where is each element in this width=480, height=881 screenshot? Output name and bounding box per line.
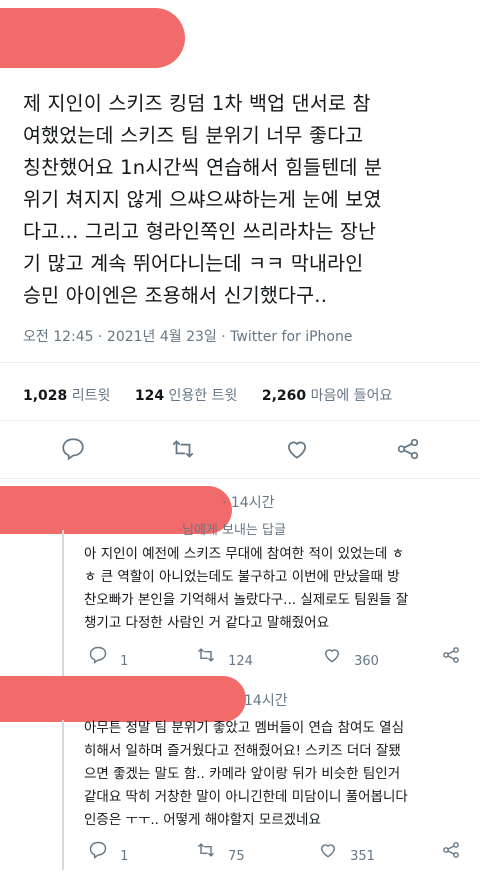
tweet-text: 제 지인이 스키즈 킹덤 1차 백업 댄서로 참 여했었는데 스키즈 팀 분위기… <box>23 88 463 312</box>
quote-label: 인용한 트윗 <box>168 388 238 404</box>
reply-share-button[interactable] <box>441 645 461 665</box>
reply-line: 으면 좋겠는 말도 함.. 카메라 앞이랑 뒤가 비슷한 팀인거 <box>84 766 401 782</box>
reply-line: 인증은 ㅜㅜ.. 어떻게 해야할지 모르겠네요 <box>84 812 321 828</box>
reply-tweet[interactable]: · 14시간 님에게 보내는 답글 아 지인이 예전에 스키즈 무대에 참여한 … <box>0 480 480 670</box>
divider <box>0 362 480 363</box>
thread-line <box>62 720 64 870</box>
reply-reply-button[interactable]: 1 <box>88 840 128 864</box>
reply-icon <box>62 438 84 461</box>
retweet-stat[interactable]: 1,028 리트윗 <box>23 388 110 404</box>
reply-retweet-button[interactable]: 124 <box>196 645 253 669</box>
heart-icon <box>325 649 339 663</box>
reply-line: 같대요 딱히 거창한 말이 아니긴한데 미담이니 풀어봅니다 <box>84 789 408 805</box>
tweet-stats: 1,028 리트윗 124 인용한 트윗 2,260 마음에 들어요 <box>23 385 412 405</box>
like-button[interactable] <box>284 436 314 466</box>
reply-like-count: 360 <box>354 654 379 669</box>
heart-icon <box>288 441 306 459</box>
redacted-username <box>0 8 185 68</box>
reply-like-count: 351 <box>350 849 375 864</box>
share-icon <box>443 647 459 663</box>
retweet-label: 리트윗 <box>71 388 111 404</box>
quote-count: 124 <box>134 388 165 404</box>
share-icon <box>443 842 459 858</box>
reply-line: 찬오빠가 본인을 기억해서 놀랐다구... 실제로도 팀원들 잘 <box>84 592 409 608</box>
quote-stat[interactable]: 124 인용한 트윗 <box>135 388 238 404</box>
reply-reply-count: 1 <box>120 654 129 669</box>
like-label: 마음에 들어요 <box>310 388 393 404</box>
retweet-icon <box>172 440 194 458</box>
like-stat[interactable]: 2,260 마음에 들어요 <box>262 388 392 404</box>
reply-body: 아무튼 정말 팀 분위기 좋았고 멤버들이 연습 참여도 열심 히해서 일하며 … <box>84 717 408 832</box>
tweet-actions <box>0 436 480 466</box>
reply-line: 히해서 일하며 즐거웠다고 전해줬어요! 스키즈 더더 잘됐 <box>84 743 401 759</box>
reply-icon <box>89 841 107 859</box>
retweet-button[interactable] <box>170 436 200 466</box>
thread-line <box>62 530 64 678</box>
tweet-timestamp[interactable]: 오전 12:45 · 2021년 4월 23일 · Twitter for iP… <box>23 326 352 346</box>
reply-retweet-count: 75 <box>228 849 245 864</box>
reply-share-button[interactable] <box>441 840 461 860</box>
reply-time: 14시간 <box>244 693 288 709</box>
reply-line: 아무튼 정말 팀 분위기 좋았고 멤버들이 연습 참여도 열심 <box>84 720 404 736</box>
reply-to-label: 님에게 보내는 답글 <box>182 523 286 538</box>
reply-icon <box>89 646 107 664</box>
reply-like-button[interactable]: 360 <box>322 645 379 669</box>
reply-line: 아 지인이 예전에 스키즈 무대에 참여한 적이 있었는데 ㅎ <box>84 546 404 562</box>
tweet-line: 여했었는데 스키즈 팀 분위기 너무 좋다고 <box>23 124 364 147</box>
retweet-icon <box>197 648 215 662</box>
reply-like-button[interactable]: 351 <box>318 840 375 864</box>
reply-time: · 14시간 <box>222 495 275 511</box>
tweet-line: 다고... 그리고 형라인쪽인 쓰리라차는 장난 <box>23 220 377 243</box>
reply-reply-button[interactable]: 1 <box>88 645 128 669</box>
reply-retweet-count: 124 <box>228 654 253 669</box>
reply-retweet-button[interactable]: 75 <box>196 840 245 864</box>
retweet-icon <box>197 843 215 857</box>
tweet-line: 승민 아이엔은 조용해서 신기했다구.. <box>23 284 328 307</box>
reply-line: ㅎ 큰 역할이 아니었는데도 불구하고 이번에 만났을때 방 <box>84 569 400 585</box>
divider <box>0 478 480 479</box>
tweet-line: 칭찬했어요 1n시간씩 연습해서 힘들텐데 분 <box>23 156 383 179</box>
retweet-count: 1,028 <box>23 388 68 404</box>
reply-line: 챙기고 다정한 사람인 거 같다고 말해줬어요 <box>84 615 330 631</box>
reply-reply-count: 1 <box>120 849 129 864</box>
reply-body: 아 지인이 예전에 스키즈 무대에 참여한 적이 있었는데 ㅎ ㅎ 큰 역할이 … <box>84 543 408 635</box>
tweet-line: 위기 쳐지지 않게 으쌰으쌰하는게 눈에 보였 <box>23 188 382 211</box>
reply-button[interactable] <box>60 436 90 466</box>
share-button[interactable] <box>395 436 425 466</box>
tweet-line: 기 많고 계속 뛰어다니는데 ㅋㅋ 막내라인 <box>23 252 364 275</box>
share-icon <box>397 438 419 460</box>
divider <box>0 420 480 421</box>
heart-icon <box>321 844 335 858</box>
like-count: 2,260 <box>261 388 307 404</box>
tweet-line: 제 지인이 스키즈 킹덤 1차 백업 댄서로 참 <box>23 92 371 115</box>
